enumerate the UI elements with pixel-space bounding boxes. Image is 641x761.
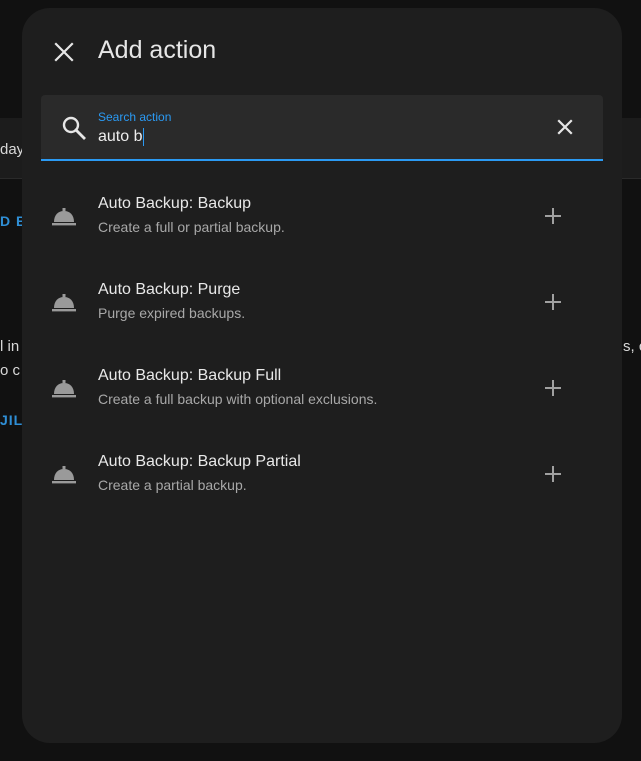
action-title: Auto Backup: Backup Full (98, 367, 282, 384)
action-description: Create a full or partial backup. (98, 219, 285, 235)
plus-icon (545, 466, 561, 482)
list-item[interactable]: Auto Backup: Backup Create a full or par… (22, 180, 622, 266)
add-button[interactable] (539, 374, 567, 402)
search-field[interactable]: Search action auto b (41, 95, 603, 161)
search-input-text: auto b (98, 128, 143, 145)
search-input[interactable]: auto b (98, 128, 145, 146)
service-bell-icon (52, 208, 76, 226)
background-text-1: l in (0, 338, 20, 355)
service-bell-icon (52, 466, 76, 484)
background-text-2: o c (0, 362, 21, 379)
text-caret (143, 128, 145, 146)
plus-icon (545, 294, 561, 310)
list-item[interactable]: Auto Backup: Backup Full Create a full b… (22, 352, 622, 438)
action-description: Purge expired backups. (98, 305, 246, 321)
search-label: Search action (98, 110, 172, 124)
background-text-day: day (0, 141, 25, 158)
list-item[interactable]: Auto Backup: Backup Partial Create a par… (22, 438, 622, 524)
dialog-title: Add action (98, 36, 217, 64)
close-icon (54, 42, 74, 62)
add-action-dialog: Add action Search action auto b Auto Bac… (22, 8, 622, 743)
plus-icon (545, 208, 561, 224)
clear-search-button[interactable] (551, 113, 579, 141)
list-item[interactable]: Auto Backup: Purge Purge expired backups… (22, 266, 622, 352)
plus-icon (545, 380, 561, 396)
action-title: Auto Backup: Backup Partial (98, 453, 301, 470)
action-title: Auto Backup: Purge (98, 281, 241, 298)
background-text-3: s, c (623, 338, 641, 355)
search-icon (62, 116, 86, 140)
close-button[interactable] (46, 34, 82, 70)
add-button[interactable] (539, 460, 567, 488)
action-title: Auto Backup: Backup (98, 195, 251, 212)
action-description: Create a full backup with optional exclu… (98, 391, 378, 407)
action-description: Create a partial backup. (98, 477, 247, 493)
service-bell-icon (52, 380, 76, 398)
service-bell-icon (52, 294, 76, 312)
dialog-header: Add action (22, 8, 622, 94)
add-button[interactable] (539, 288, 567, 316)
add-button[interactable] (539, 202, 567, 230)
clear-icon (557, 119, 573, 135)
